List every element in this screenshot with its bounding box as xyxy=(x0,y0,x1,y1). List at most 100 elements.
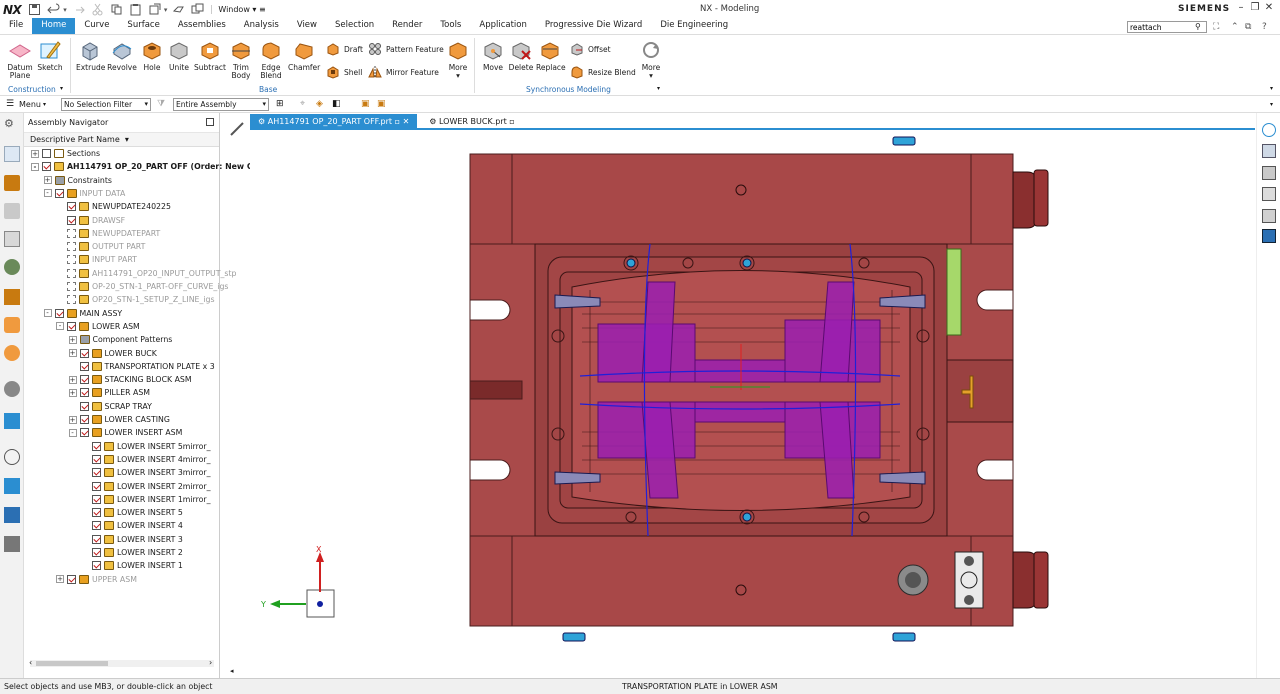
edit-section-icon[interactable] xyxy=(1262,187,1276,201)
expand-icon[interactable]: + xyxy=(68,388,77,397)
tab-tools[interactable]: Tools xyxy=(431,18,470,34)
expand-icon[interactable]: + xyxy=(56,575,64,584)
visibility-checkbox[interactable] xyxy=(67,282,76,291)
tree-row-part[interactable]: OUTPUT PART xyxy=(56,240,145,253)
close-tab-icon[interactable]: ✕ xyxy=(403,114,410,129)
expand-icon[interactable]: + xyxy=(43,176,52,185)
tree-row-sub-assembly[interactable]: + LOWER CASTING xyxy=(68,413,170,426)
visibility-checkbox[interactable] xyxy=(67,268,76,278)
visibility-checkbox[interactable] xyxy=(79,401,89,411)
pin-icon[interactable] xyxy=(206,118,214,126)
tree-row-part[interactable]: LOWER INSERT 3mirror_ xyxy=(81,466,211,479)
lifting-lug[interactable] xyxy=(892,136,916,146)
undo-icon[interactable] xyxy=(47,3,60,16)
orient-view-icon[interactable] xyxy=(1262,123,1276,137)
assembly-select-icon[interactable]: ▣ xyxy=(361,99,370,109)
visibility-checkbox[interactable] xyxy=(54,308,64,318)
visibility-checkbox[interactable] xyxy=(92,561,101,571)
visibility-checkbox[interactable] xyxy=(67,242,76,252)
sync-group-dropdown-icon[interactable]: ▾ xyxy=(657,85,660,92)
visibility-checkbox[interactable] xyxy=(67,202,76,212)
system-materials-icon[interactable] xyxy=(4,449,20,465)
fit-view-icon[interactable] xyxy=(1262,144,1276,158)
visibility-checkbox[interactable] xyxy=(67,228,76,238)
history-icon[interactable] xyxy=(4,317,20,333)
tree-row-part[interactable]: OP20_STN-1_SETUP_Z_LINE_igs xyxy=(56,293,215,306)
tree-row-part[interactable]: LOWER INSERT 2 xyxy=(81,546,183,559)
window-menu[interactable]: Window ▾ ≡ xyxy=(211,5,266,14)
palette-icon[interactable] xyxy=(4,536,20,552)
visibility-checkbox[interactable] xyxy=(67,215,76,225)
lower-insert[interactable] xyxy=(571,270,911,511)
toolbar-options-icon[interactable]: ▾ xyxy=(1270,101,1273,108)
scrollbar-thumb[interactable] xyxy=(36,661,108,666)
sketch-button[interactable]: Sketch xyxy=(37,39,63,72)
visibility-checkbox[interactable] xyxy=(67,574,76,584)
tree-row-upper-asm[interactable]: + UPPER ASM xyxy=(56,573,137,586)
redo-icon[interactable] xyxy=(72,3,85,16)
undo-dropdown-icon[interactable]: ▾ xyxy=(63,6,67,14)
tree-row-part[interactable]: INPUT PART xyxy=(56,253,137,266)
sync-more-button[interactable]: More ▾ xyxy=(639,39,663,80)
tree-row-part[interactable]: LOWER INSERT 1mirror_ xyxy=(81,493,211,506)
die-model[interactable]: X Y xyxy=(250,132,1255,676)
pattern-feature-button[interactable]: Pattern Feature xyxy=(368,42,444,56)
visibility-checkbox[interactable] xyxy=(67,321,76,331)
unite-button[interactable]: Unite xyxy=(166,39,192,72)
view-triad[interactable] xyxy=(270,552,335,618)
construction-group-dropdown-icon[interactable]: ▾ xyxy=(60,85,63,92)
move-face-button[interactable]: Move xyxy=(480,39,506,72)
transportation-plate[interactable] xyxy=(1012,551,1037,609)
scroll-right-icon[interactable]: › xyxy=(209,658,212,667)
menu-icon[interactable]: ☰ xyxy=(6,99,14,109)
collapse-icon[interactable]: - xyxy=(43,189,52,198)
tree-row-sub-assembly[interactable]: + LOWER BUCK xyxy=(68,347,157,360)
tree-row-sub-assembly[interactable]: + STACKING BLOCK ASM xyxy=(68,373,192,386)
tree-row-part[interactable]: NEWUPDATE240225 xyxy=(56,200,171,213)
selection-type-icon[interactable]: ⊞ xyxy=(276,99,284,109)
component-select-icon[interactable]: ◈ xyxy=(316,99,323,109)
help-icon[interactable]: ? xyxy=(1262,22,1267,32)
copy-icon[interactable] xyxy=(110,3,123,16)
tree-row-part[interactable]: LOWER INSERT 4mirror_ xyxy=(81,453,211,466)
save-icon[interactable] xyxy=(28,3,41,16)
visibility-checkbox[interactable] xyxy=(67,295,76,305)
delete-face-button[interactable]: Delete xyxy=(508,39,534,72)
visibility-checkbox[interactable] xyxy=(54,188,64,198)
tree-row-sub-assembly[interactable]: - LOWER INSERT ASM xyxy=(68,426,182,439)
tab-die-engineering[interactable]: Die Engineering xyxy=(651,18,737,34)
tree-row-part[interactable]: LOWER INSERT 2mirror_ xyxy=(81,480,211,493)
visibility-checkbox[interactable] xyxy=(79,375,89,385)
repeat-command-icon[interactable] xyxy=(148,3,161,16)
reuse-library-icon[interactable] xyxy=(4,231,20,247)
resize-blend-button[interactable]: Resize Blend xyxy=(570,65,636,79)
tab-analysis[interactable]: Analysis xyxy=(235,18,288,34)
tab-assemblies[interactable]: Assemblies xyxy=(169,18,235,34)
journal-icon[interactable] xyxy=(4,507,20,523)
ribbon-options-icon[interactable]: ▾ xyxy=(1270,85,1273,92)
tree-row-lower-asm[interactable]: - LOWER ASM xyxy=(56,320,140,333)
tab-file[interactable]: File xyxy=(0,18,32,34)
doctab-lower-buck[interactable]: ⚙ LOWER BUCK.prt ▫ xyxy=(421,114,522,129)
lifting-lug[interactable] xyxy=(562,632,586,642)
visibility-checkbox[interactable] xyxy=(92,494,101,504)
visibility-checkbox[interactable] xyxy=(92,468,101,478)
render-style-icon[interactable] xyxy=(1262,166,1276,180)
quick-access-customize-icon[interactable]: ≡ xyxy=(259,5,266,14)
collapse-icon[interactable]: - xyxy=(56,322,64,331)
tab-selection[interactable]: Selection xyxy=(326,18,383,34)
mirror-feature-button[interactable]: Mirror Feature xyxy=(368,65,439,79)
graphics-window[interactable]: X Y xyxy=(250,132,1255,676)
visibility-checkbox[interactable] xyxy=(92,508,101,518)
trim-body-button[interactable]: Trim Body xyxy=(229,39,253,80)
collapse-ribbon-icon[interactable]: ⌃ xyxy=(1231,22,1239,32)
cut-icon[interactable] xyxy=(91,3,104,16)
tree-row-constraints[interactable]: + Constraints xyxy=(43,174,112,187)
window-switch-icon[interactable] xyxy=(191,3,204,16)
hole-button[interactable]: Hole xyxy=(140,39,164,72)
process-studio-icon[interactable] xyxy=(4,345,20,361)
visibility-checkbox[interactable] xyxy=(92,534,101,544)
collapse-icon[interactable]: - xyxy=(68,428,77,437)
settings-icon[interactable]: ⚙ xyxy=(4,117,20,133)
chamfer-button[interactable]: Chamfer xyxy=(288,39,320,72)
